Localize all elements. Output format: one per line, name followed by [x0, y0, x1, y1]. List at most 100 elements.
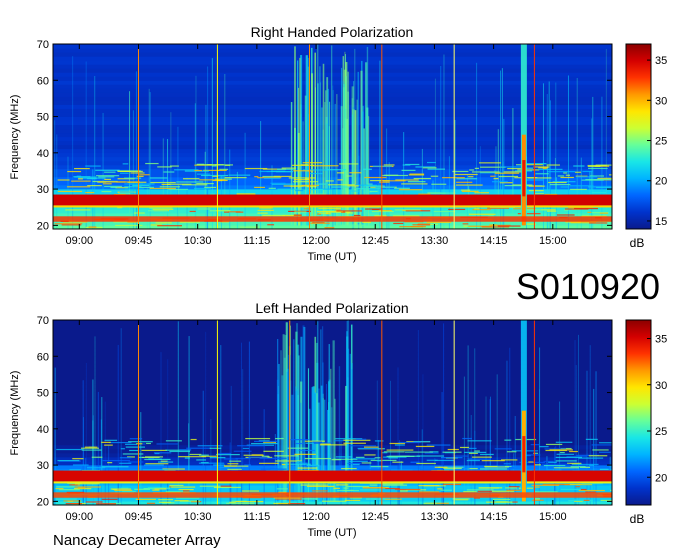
heat-cell — [560, 451, 565, 454]
heat-cell — [369, 484, 378, 486]
heat-cell — [441, 392, 443, 505]
heat-cell — [295, 189, 304, 192]
heat-cell — [141, 449, 168, 451]
heat-cell — [300, 484, 328, 486]
heat-cell — [242, 369, 244, 505]
colorbar-tick-label: 15 — [655, 216, 667, 228]
heat-cell — [115, 491, 135, 493]
heat-cell — [85, 191, 95, 194]
heat-cell — [530, 444, 540, 446]
heat-cell — [440, 457, 463, 459]
heat-cell — [169, 450, 191, 453]
heat-cell — [349, 172, 362, 174]
heat-cell — [216, 452, 231, 455]
heat-cell — [424, 452, 439, 454]
heat-cell — [179, 449, 192, 451]
heat-cell — [235, 211, 244, 213]
heat-cell — [455, 173, 478, 176]
heat-cell — [407, 181, 426, 183]
heat-cell — [601, 96, 603, 229]
heat-cell — [53, 456, 612, 462]
heat-cell — [452, 498, 470, 500]
heat-cell — [583, 499, 590, 501]
heat-cell — [463, 467, 470, 470]
heat-cell — [95, 169, 120, 171]
heat-cell — [170, 112, 172, 229]
heat-cell — [209, 210, 230, 212]
heat-cell — [55, 488, 64, 490]
heat-cell — [434, 459, 454, 462]
heat-cell — [235, 457, 251, 460]
heat-cell — [528, 185, 545, 187]
heat-cell — [480, 453, 494, 456]
heat-cell — [500, 459, 518, 461]
heat-cell — [312, 490, 328, 492]
heat-cell — [527, 177, 552, 179]
heat-cell — [100, 419, 102, 505]
heat-cell — [460, 189, 471, 191]
heat-cell — [333, 487, 341, 489]
heat-cell — [200, 462, 209, 464]
heat-cell — [512, 501, 518, 503]
x-axis-label: Time (UT) — [307, 251, 356, 263]
heat-cell — [309, 193, 326, 195]
heat-cell — [53, 356, 612, 361]
heat-cell — [87, 178, 97, 180]
heat-cell — [53, 60, 612, 65]
heat-cell — [553, 467, 580, 469]
heat-cell — [295, 442, 304, 445]
heat-cell — [492, 498, 511, 501]
x-tick-label: 15:00 — [539, 235, 567, 247]
heat-cell — [288, 439, 309, 441]
heat-cell — [384, 498, 402, 500]
colorbar-tick-label: 30 — [655, 380, 667, 392]
heat-cell — [375, 186, 395, 188]
heat-cell — [292, 164, 315, 166]
heat-cell — [467, 440, 492, 442]
heat-cell — [331, 186, 351, 188]
heat-cell — [363, 128, 365, 226]
heat-cell — [321, 107, 323, 226]
heat-cell — [81, 449, 102, 451]
chart-title: Left Handed Polarization — [255, 300, 408, 316]
heat-cell — [543, 464, 566, 467]
heat-cell — [347, 462, 361, 465]
heat-cell — [196, 164, 224, 166]
heat-cell — [53, 416, 612, 422]
heat-cell — [503, 463, 511, 465]
heat-cell — [201, 455, 217, 457]
heat-cell — [355, 438, 367, 440]
heat-cell — [478, 162, 502, 164]
y-tick-label: 20 — [37, 496, 49, 508]
heat-cell — [575, 486, 581, 488]
heat-cell — [393, 222, 404, 225]
heat-cell — [219, 466, 230, 469]
heat-cell — [534, 464, 541, 466]
x-tick-label: 13:30 — [421, 235, 449, 247]
heat-cell — [104, 401, 106, 505]
heat-cell — [288, 177, 316, 179]
heat-cell — [443, 483, 462, 486]
heat-cell — [370, 465, 389, 468]
chart-title: Right Handed Polarization — [251, 24, 414, 40]
heat-cell — [578, 463, 599, 466]
y-tick-label: 30 — [37, 184, 49, 196]
heat-cell — [53, 360, 612, 365]
heat-cell — [53, 392, 612, 398]
heat-cell — [597, 177, 612, 179]
heat-cell — [353, 214, 361, 217]
heat-cell — [570, 188, 587, 191]
heat-cell — [478, 487, 500, 489]
colorbar-tick-label: 25 — [655, 136, 667, 148]
heat-cell — [165, 440, 182, 442]
heat-cell — [592, 449, 609, 451]
heat-cell — [53, 216, 612, 222]
heat-cell — [322, 500, 347, 502]
heat-cell — [275, 498, 302, 500]
heat-cell — [351, 188, 353, 229]
heat-cell — [416, 455, 445, 457]
heat-cell — [125, 443, 138, 445]
heat-cell — [365, 498, 386, 500]
heat-cell — [56, 486, 75, 488]
x-tick-label: 10:30 — [184, 511, 212, 523]
